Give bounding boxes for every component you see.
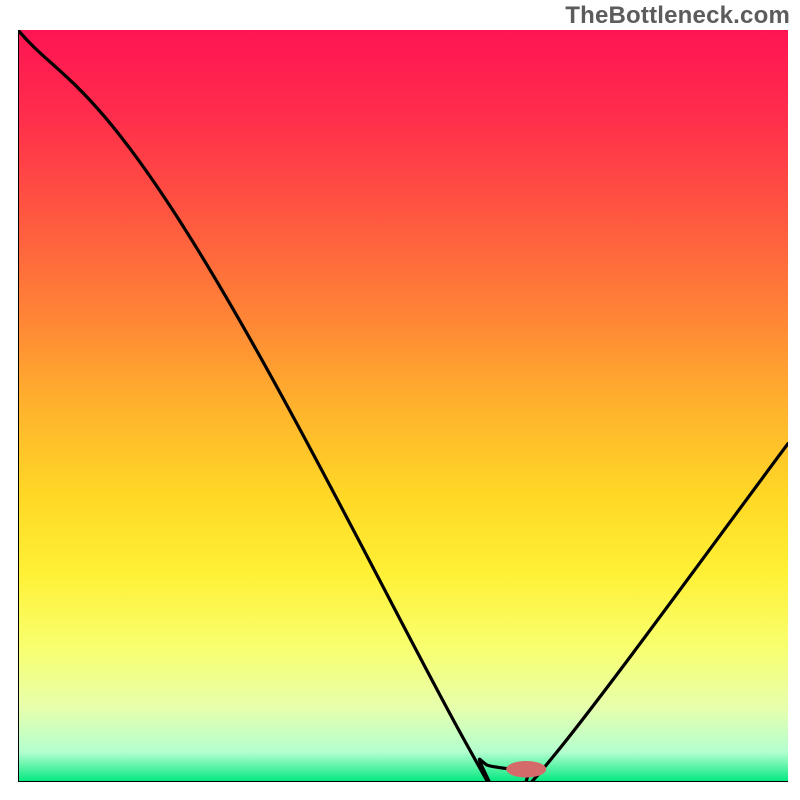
optimal-marker: [506, 761, 546, 778]
chart-frame: TheBottleneck.com: [0, 0, 800, 800]
plot-svg: [18, 30, 788, 782]
plot-area: [18, 30, 788, 782]
watermark-text: TheBottleneck.com: [565, 2, 790, 30]
gradient-background: [18, 30, 788, 782]
